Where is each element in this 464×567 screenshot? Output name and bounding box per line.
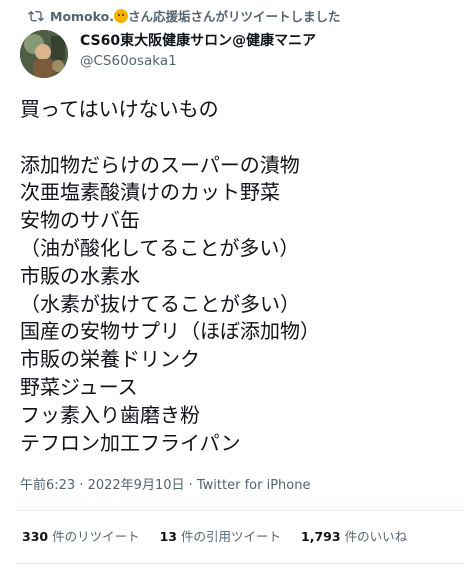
retweets-label: 件のリツイート <box>52 529 140 544</box>
avatar[interactable] <box>20 30 68 78</box>
retweeter-user[interactable]: Momoko. <box>50 9 114 24</box>
tweet-line: 次亜塩素酸漬けのカット野菜 <box>20 180 280 205</box>
tweet-line: 野菜ジュース <box>20 374 138 399</box>
tweet-line: 安物のサバ缶 <box>20 208 140 233</box>
engagement-stats: 330 件のリツイート 13 件の引用ツイート 1,793 件のいいね <box>22 526 407 545</box>
likes-stat[interactable]: 1,793 件のいいね <box>301 526 407 545</box>
tweet-text: 買ってはいけないもの 添加物だらけのスーパーの漬物 次亜塩素酸漬けのカット野菜 … <box>20 96 450 457</box>
retweet-icon <box>28 8 44 22</box>
tweet-line: 買ってはいけないもの <box>20 97 219 121</box>
likes-label: 件のいいね <box>344 529 408 544</box>
retweet-text: さん応援垢さんがリツイートしました <box>127 8 341 24</box>
tiger-face-emoji <box>113 8 128 23</box>
likes-count: 1,793 <box>301 529 341 544</box>
tweet-line: 国産の安物サプリ（ほぼ添加物） <box>20 319 320 344</box>
tweet-line: 市販の栄養ドリンク <box>20 347 200 372</box>
divider <box>15 510 464 511</box>
retweet-context[interactable]: Momoko. さん応援垢さんがリツイートしました <box>28 4 340 26</box>
tweet-line: （油が酸化してることが多い） <box>20 235 300 260</box>
quotes-count: 13 <box>159 529 178 544</box>
author-handle[interactable]: @CS60osaka1 <box>80 53 316 69</box>
tweet-timestamp[interactable]: 午前6:23 · 2022年9月10日 · Twitter for iPhone <box>20 474 310 493</box>
retweeter-name[interactable]: Momoko. さん応援垢さんがリツイートしました <box>50 6 340 25</box>
author-block[interactable]: CS60東大阪健康サロン@健康マニア @CS60osaka1 <box>80 33 316 69</box>
tweet-line: 市販の水素水 <box>20 263 140 288</box>
divider <box>15 563 464 564</box>
tweet-line: （水素が抜けてることが多い） <box>20 291 300 316</box>
tweet-line: フッ素入り歯磨き粉 <box>20 402 200 427</box>
author-display-name[interactable]: CS60東大阪健康サロン@健康マニア <box>80 33 316 50</box>
tweet-line: 添加物だらけのスーパーの漬物 <box>20 152 300 177</box>
quotes-stat[interactable]: 13 件の引用ツイート <box>160 526 281 545</box>
retweets-count: 330 <box>22 529 49 544</box>
quotes-label: 件の引用ツイート <box>181 529 282 544</box>
tweet-line: テフロン加工フライパン <box>20 430 241 455</box>
retweets-stat[interactable]: 330 件のリツイート <box>22 526 140 545</box>
